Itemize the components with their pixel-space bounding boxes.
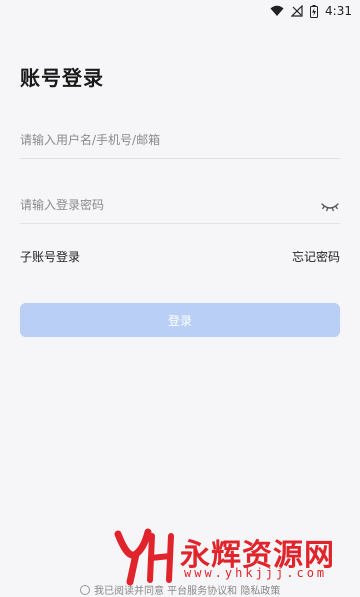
watermark-logo — [114, 528, 174, 586]
page-title: 账号登录 — [20, 66, 104, 90]
status-time: 4:31 — [325, 4, 352, 18]
login-button[interactable]: 登录 — [20, 303, 340, 337]
forgot-password-link[interactable]: 忘记密码 — [292, 248, 340, 265]
watermark-url: www.yhkjjj.com — [184, 566, 328, 580]
status-bar: 4:31 — [0, 0, 360, 22]
username-field-wrapper — [20, 122, 340, 159]
no-signal-icon — [291, 5, 303, 17]
eye-off-icon[interactable] — [320, 195, 340, 215]
username-input[interactable] — [20, 133, 300, 147]
agreement-text[interactable]: 我已阅读并同意 平台服务协议和 隐私政策 — [94, 582, 280, 597]
watermark-name: 永辉资源网 — [180, 538, 335, 573]
login-options-row: 子账号登录 忘记密码 — [20, 248, 340, 265]
agreement-checkbox[interactable] — [80, 584, 90, 595]
battery-charging-icon — [310, 4, 319, 18]
password-input[interactable] — [20, 198, 300, 212]
agreement-row: 我已阅读并同意 平台服务协议和 隐私政策 — [80, 582, 280, 597]
password-field-wrapper — [20, 187, 340, 224]
wifi-icon — [270, 5, 284, 16]
watermark: 永辉资源网 www.yhkjjj.com — [114, 526, 344, 586]
sub-account-login-link[interactable]: 子账号登录 — [20, 248, 80, 265]
